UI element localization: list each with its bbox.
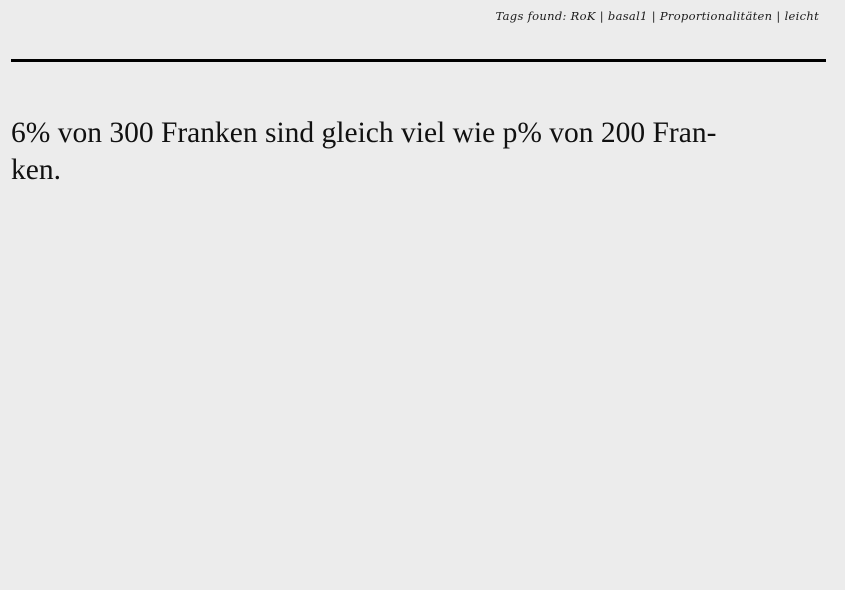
tag-separator: | (599, 9, 604, 23)
tag-rok: RoK (570, 9, 596, 23)
problem-statement: 6% von 300 Franken sind gleich viel wie … (11, 115, 829, 189)
tag-separator: | (651, 9, 656, 23)
problem-line-1: 6% von 300 Franken sind gleich viel wie … (11, 117, 717, 149)
tag-separator: | (776, 9, 781, 23)
problem-line-2: ken. (11, 154, 61, 186)
tag-leicht: leicht (784, 9, 819, 23)
document-page: Tags found: RoK | basal1 | Proportionalitäte… (0, 0, 845, 590)
tags-header: Tags found: RoK | basal1 | Proportionalitäte… (496, 9, 819, 23)
header-divider (11, 59, 826, 62)
tag-basal1: basal1 (607, 9, 648, 23)
tag-proportionalitaeten: Proportionalitäten (659, 9, 773, 23)
tags-prefix: Tags found: (495, 9, 567, 23)
